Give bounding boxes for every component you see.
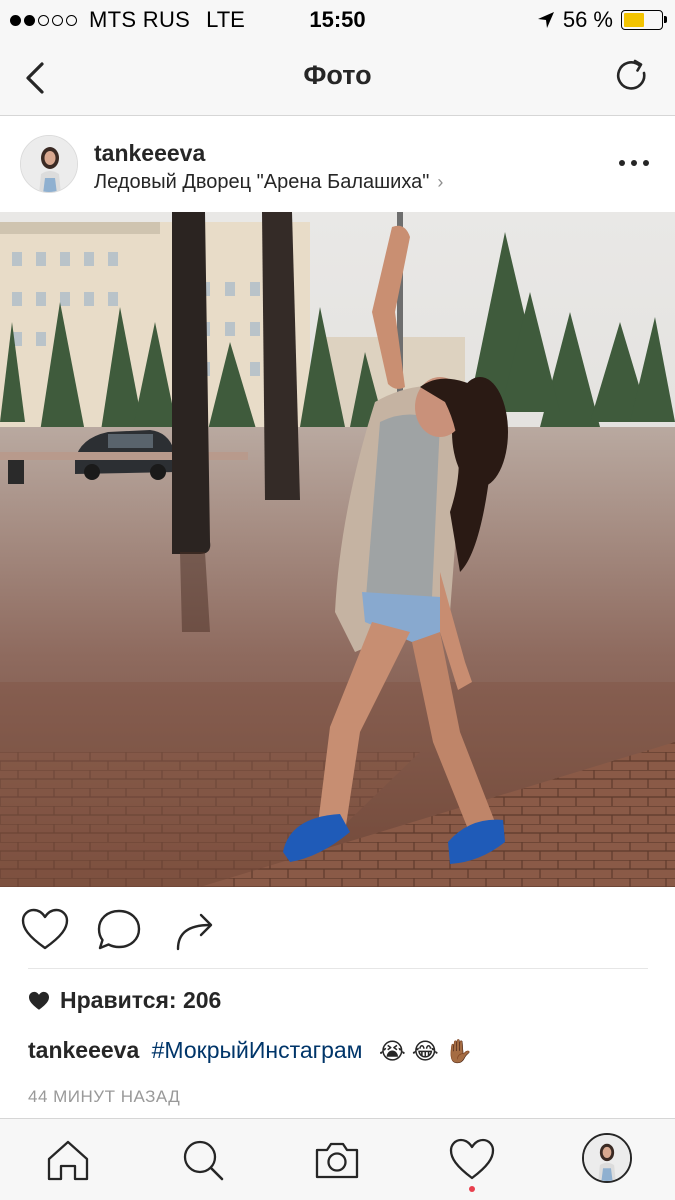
location-label: Ледовый Дворец "Арена Балашиха" xyxy=(94,171,430,193)
caption-hashtag[interactable]: #МокрыйИнстаграм xyxy=(152,1037,363,1063)
activity-heart-icon[interactable] xyxy=(447,1135,497,1185)
battery-percent: 56 % xyxy=(562,7,613,32)
profile-avatar-image xyxy=(584,1135,630,1181)
home-icon[interactable] xyxy=(43,1135,93,1185)
page-title: Фото xyxy=(303,60,372,90)
actions-divider xyxy=(28,968,648,969)
emoji-hand: ✋🏾 xyxy=(444,1038,474,1065)
battery-fill xyxy=(624,13,645,27)
post-header: tankeeeva Ледовый Дворец "Арена Балашиха… xyxy=(0,116,675,212)
more-options-button[interactable] xyxy=(619,150,649,176)
heart-filled-icon xyxy=(29,991,49,1010)
post-actions xyxy=(0,887,675,971)
likes-count[interactable]: Нравится: 206 xyxy=(28,987,221,1014)
post-username[interactable]: tankeeeva xyxy=(94,140,205,167)
caption-emojis: 😭 😂 ✋🏾 xyxy=(379,1038,473,1065)
camera-icon[interactable] xyxy=(312,1135,362,1185)
search-icon[interactable] xyxy=(178,1135,228,1185)
tab-bar xyxy=(0,1118,675,1200)
caption-username[interactable]: tankeeeva xyxy=(28,1037,139,1063)
post-location[interactable]: Ледовый Дворец "Арена Балашиха" › xyxy=(94,171,443,194)
emoji-crying: 😭 xyxy=(378,1038,406,1065)
post-photo[interactable] xyxy=(0,212,675,887)
refresh-icon[interactable] xyxy=(613,56,653,96)
comment-icon[interactable] xyxy=(94,907,144,953)
status-right: 56 % xyxy=(537,7,667,33)
avatar-image xyxy=(21,136,77,192)
emoji-laughing: 😂 xyxy=(411,1038,439,1065)
share-icon[interactable] xyxy=(170,907,220,953)
battery-icon xyxy=(621,10,667,30)
nav-bar: Фото xyxy=(0,40,675,116)
profile-avatar[interactable] xyxy=(582,1133,632,1183)
heart-icon[interactable] xyxy=(20,907,70,953)
likes-label: Нравится: 206 xyxy=(60,987,222,1013)
post-timestamp: 44 МИНУТ НАЗАД xyxy=(28,1087,181,1106)
avatar[interactable] xyxy=(20,135,78,193)
photo-image xyxy=(0,212,675,887)
notification-dot xyxy=(469,1186,475,1192)
location-arrow-icon xyxy=(537,12,554,28)
post-caption: tankeeeva #МокрыйИнстаграм 😭 😂 ✋🏾 xyxy=(28,1037,473,1065)
chevron-right-icon: › xyxy=(437,172,444,192)
status-bar: MTS RUS LTE 15:50 56 % xyxy=(0,0,675,40)
